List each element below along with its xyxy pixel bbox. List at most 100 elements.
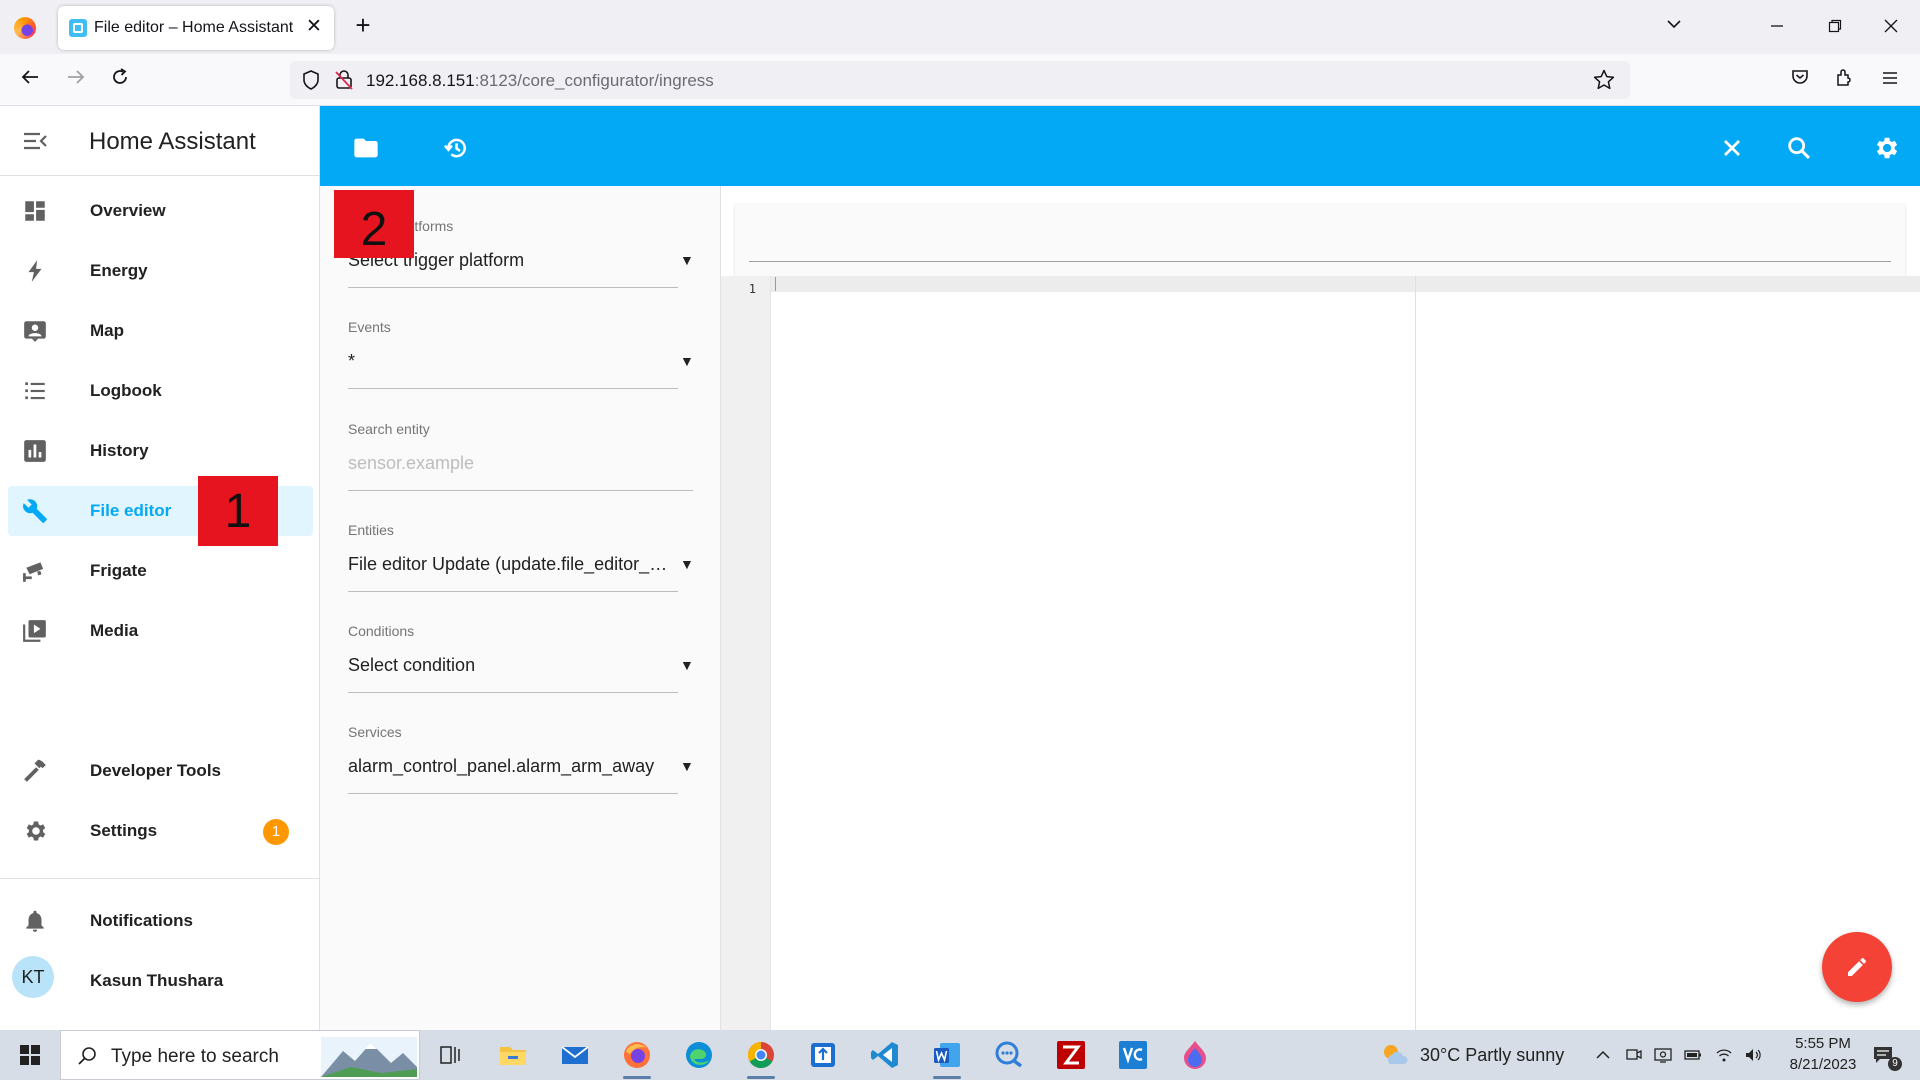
weather-partly-sunny-icon[interactable] [1380, 1042, 1410, 1068]
vnc-viewer-icon[interactable] [1116, 1038, 1150, 1072]
field-underline [348, 591, 678, 592]
file-explorer-icon[interactable] [496, 1038, 530, 1072]
dropdown-arrow-icon: ▼ [680, 758, 694, 774]
word-icon[interactable] [930, 1038, 964, 1079]
file-path-bar[interactable] [735, 204, 1905, 276]
sidebar-item-profile[interactable]: KT Kasun Thushara [8, 956, 313, 1006]
annotation-marker-2: 2 [334, 190, 414, 258]
field-underline [348, 490, 693, 491]
search-highlight-image-icon [321, 1037, 417, 1077]
back-icon[interactable] [14, 64, 46, 96]
field-value: * [348, 351, 356, 371]
show-hidden-icons-chevron-icon[interactable] [1594, 1046, 1612, 1064]
upload-app-icon[interactable] [806, 1038, 840, 1072]
menu-collapse-icon[interactable] [22, 129, 48, 153]
settings-notification-badge: 1 [263, 819, 289, 845]
sidebar-item-frigate[interactable]: Frigate [8, 546, 313, 596]
sidebar-item-label: Overview [90, 201, 166, 220]
task-view-icon[interactable] [433, 1038, 467, 1072]
weather-text[interactable]: 30°C Partly sunny [1420, 1045, 1564, 1066]
pocket-icon[interactable] [1784, 64, 1816, 96]
hamburger-menu-icon[interactable] [1874, 64, 1906, 96]
mail-icon[interactable] [558, 1038, 592, 1072]
field-value: Select condition [348, 655, 476, 675]
tab-close-icon[interactable]: ✕ [303, 16, 325, 38]
events-select[interactable]: Events * ▼ [348, 319, 694, 389]
close-icon[interactable] [1718, 134, 1746, 162]
colorful-app-icon[interactable] [1178, 1038, 1212, 1072]
sidebar-item-label: Developer Tools [90, 761, 221, 780]
lightning-bolt-icon [22, 258, 48, 284]
field-label: Events [348, 319, 391, 335]
sidebar-divider [0, 878, 320, 879]
conditions-select[interactable]: Conditions Select condition ▼ [348, 623, 694, 693]
meet-now-icon[interactable] [1625, 1046, 1643, 1064]
field-label: Search entity [348, 421, 430, 437]
url-bar[interactable]: 192.168.8.151:8123/core_configurator/ing… [290, 61, 1630, 99]
insecure-lock-icon[interactable] [333, 69, 355, 91]
clock-time[interactable]: 5:55 PM [1783, 1035, 1863, 1052]
taskbar: Type here to search 30°C Partly sunny 5:… [0, 1030, 1920, 1080]
settings-gear-icon[interactable] [1872, 134, 1900, 162]
sidebar-item-energy[interactable]: Energy [8, 246, 313, 296]
chat-app-icon[interactable] [992, 1038, 1026, 1072]
sidebar-item-media[interactable]: Media [8, 606, 313, 656]
field-label: Services [348, 724, 402, 740]
new-tab-button[interactable]: + [350, 12, 376, 38]
edit-fab-button[interactable] [1822, 932, 1892, 1002]
play-box-multiple-icon [22, 618, 48, 644]
sidebar-item-label: Media [90, 621, 139, 640]
search-icon[interactable] [1785, 134, 1813, 162]
entities-select[interactable]: Entities File editor Update (update.file… [348, 522, 694, 592]
sidebar-item-map[interactable]: Map [8, 306, 313, 356]
taskbar-search-box[interactable]: Type here to search [60, 1030, 420, 1080]
sidebar-item-settings[interactable]: Settings 1 [8, 806, 313, 856]
clock-date[interactable]: 8/21/2023 [1776, 1056, 1870, 1073]
sidebar-item-label: File editor [90, 501, 172, 520]
sidebar-item-overview[interactable]: Overview [8, 186, 313, 236]
reload-icon[interactable] [104, 64, 136, 96]
filezilla-icon[interactable] [1054, 1038, 1088, 1072]
editor-active-line[interactable] [771, 276, 1920, 292]
volume-icon[interactable] [1744, 1046, 1762, 1064]
windows-start-icon[interactable] [20, 1045, 40, 1065]
minimize-icon[interactable] [1762, 14, 1792, 40]
history-restore-icon[interactable] [442, 134, 470, 162]
firefox-icon[interactable] [14, 17, 36, 39]
editor-gutter: 1 [721, 276, 771, 1030]
code-editor-area: 1 [720, 186, 1920, 1030]
sidebar-item-label: History [90, 441, 149, 460]
editor-toolbar [320, 106, 1920, 186]
battery-icon[interactable] [1684, 1046, 1702, 1064]
edge-icon[interactable] [682, 1038, 716, 1072]
browser-tab[interactable]: File editor – Home Assistant ✕ [58, 6, 334, 50]
search-entity-input[interactable]: Search entity sensor.example [348, 421, 693, 491]
line-number: 1 [748, 282, 756, 296]
dropdown-arrow-icon: ▼ [680, 252, 694, 268]
sidebar: Home Assistant Overview Energy Map Logbo… [0, 106, 320, 1030]
sidebar-item-logbook[interactable]: Logbook [8, 366, 313, 416]
sidebar-item-label: Frigate [90, 561, 147, 580]
extensions-icon[interactable] [1828, 64, 1860, 96]
sidebar-header: Home Assistant [0, 106, 320, 176]
vscode-icon[interactable] [868, 1038, 902, 1072]
browser-navigation-bar: 192.168.8.151:8123/core_configurator/ing… [0, 54, 1920, 106]
window-close-icon[interactable] [1876, 14, 1906, 40]
folder-icon[interactable] [352, 134, 380, 162]
forward-icon[interactable] [60, 64, 92, 96]
bookmark-star-icon[interactable] [1592, 68, 1616, 92]
sidebar-item-history[interactable]: History [8, 426, 313, 476]
url-text[interactable]: 192.168.8.151:8123/core_configurator/ing… [366, 71, 714, 91]
wifi-icon[interactable] [1715, 1046, 1733, 1064]
field-placeholder: sensor.example [348, 453, 475, 473]
sidebar-item-notifications[interactable]: Notifications [8, 896, 313, 946]
shield-icon[interactable] [300, 69, 322, 91]
firefox-taskbar-icon[interactable] [620, 1038, 654, 1079]
restore-icon[interactable] [1820, 14, 1850, 40]
chrome-icon[interactable] [744, 1038, 778, 1079]
remote-display-icon[interactable] [1654, 1046, 1672, 1064]
services-select[interactable]: Services alarm_control_panel.alarm_arm_a… [348, 724, 694, 794]
list-all-tabs-icon[interactable] [1659, 14, 1689, 40]
sidebar-item-developer-tools[interactable]: Developer Tools [8, 746, 313, 796]
helper-panel: Trigger platforms Select trigger platfor… [320, 186, 720, 1030]
